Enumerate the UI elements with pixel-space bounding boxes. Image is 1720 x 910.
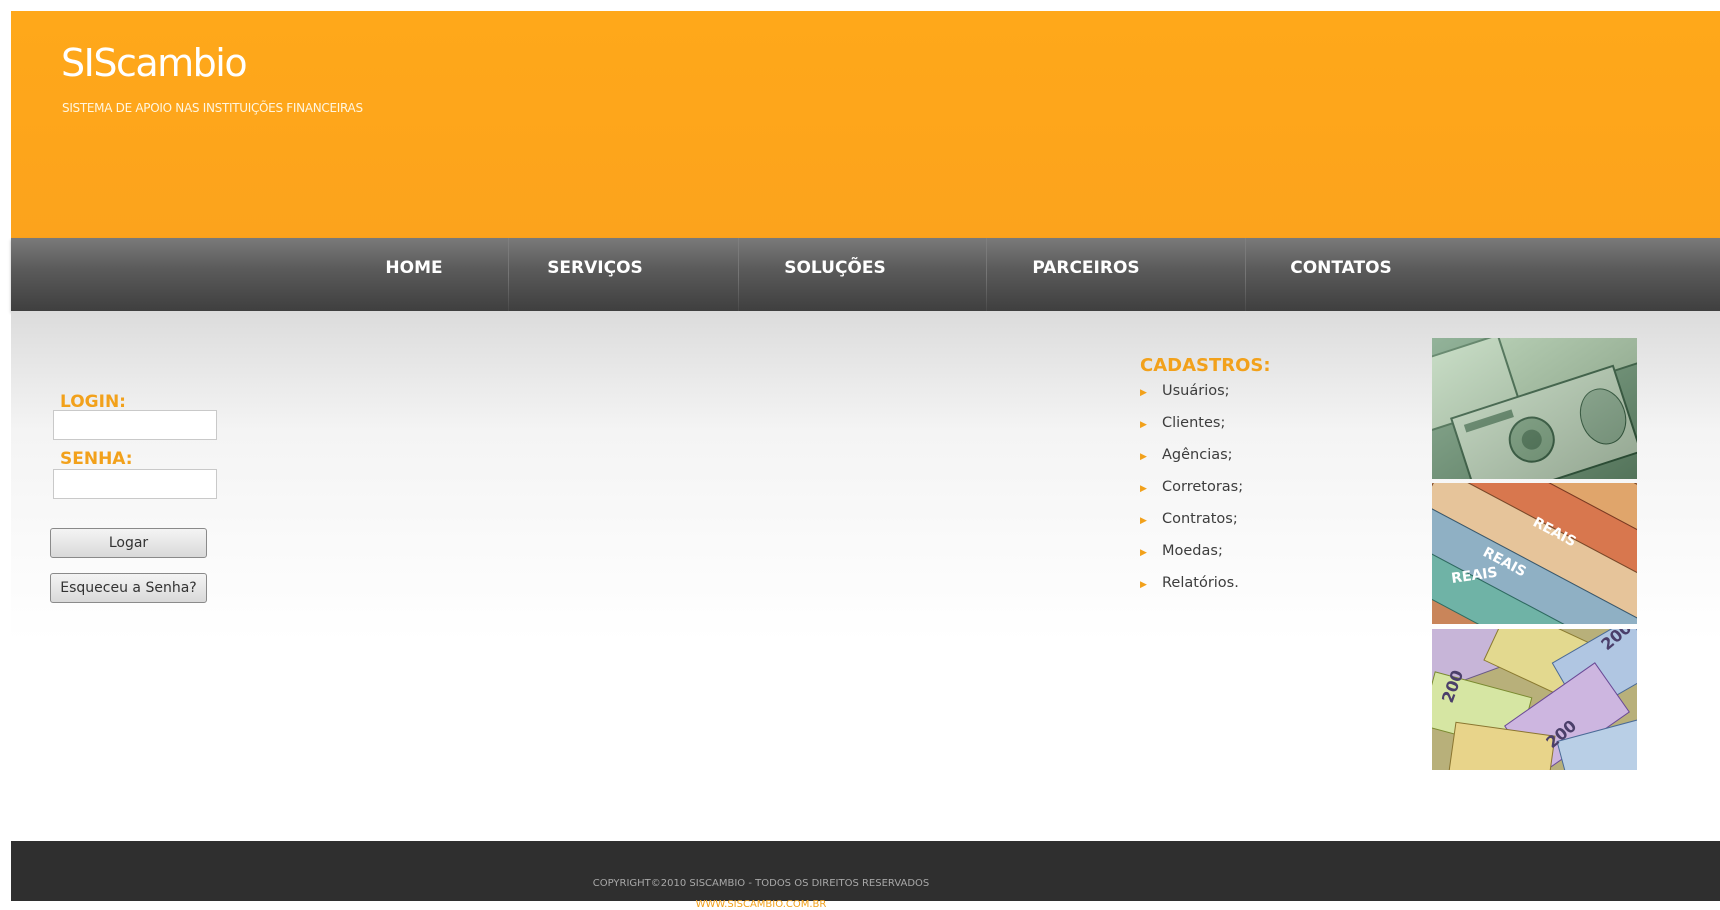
site-header: SIScambio SISTEMA DE APOIO NAS INSTITUIÇ…: [11, 11, 1720, 238]
nav-divider: [508, 238, 509, 311]
triangle-right-icon: ▶: [1140, 516, 1147, 526]
page: SIScambio SISTEMA DE APOIO NAS INSTITUIÇ…: [11, 11, 1720, 910]
cadastros-title: CADASTROS:: [1140, 355, 1271, 376]
triangle-right-icon: ▶: [1140, 484, 1147, 494]
cadastros-list: ▶ Usuários; ▶ Clientes; ▶ Agências; ▶ Corret…: [1140, 381, 1243, 605]
main-content: LOGIN: SENHA: Logar Esqueceu a Senha? CA…: [11, 311, 1720, 841]
cadastros-item-agencias[interactable]: ▶ Agências;: [1140, 445, 1243, 477]
cadastros-item-contratos[interactable]: ▶ Contratos;: [1140, 509, 1243, 541]
reais-banknotes-image: REAIS REAIS REAIS: [1432, 483, 1637, 624]
site-tagline: SISTEMA DE APOIO NAS INSTITUIÇÕES FINANC…: [62, 101, 363, 115]
cadastros-item-corretoras[interactable]: ▶ Corretoras;: [1140, 477, 1243, 509]
cadastros-item-usuarios[interactable]: ▶ Usuários;: [1140, 381, 1243, 413]
cadastros-item-label: Clientes;: [1162, 415, 1226, 431]
triangle-right-icon: ▶: [1140, 388, 1147, 398]
nav-item-home[interactable]: HOME: [358, 238, 470, 311]
cadastros-item-relatorios[interactable]: ▶ Relatórios.: [1140, 573, 1243, 605]
main-nav: HOME SERVIÇOS SOLUÇÕES PARCEIROS CONTATO…: [11, 238, 1720, 311]
login-input[interactable]: [53, 410, 217, 440]
senha-label: SENHA:: [60, 449, 133, 469]
triangle-right-icon: ▶: [1140, 452, 1147, 462]
triangle-right-icon: ▶: [1140, 420, 1147, 430]
cadastros-item-label: Agências;: [1162, 447, 1233, 463]
triangle-right-icon: ▶: [1140, 548, 1147, 558]
logar-button[interactable]: Logar: [50, 528, 207, 558]
nav-divider: [738, 238, 739, 311]
site-footer: COPYRIGHT©2010 SISCAMBIO - TODOS OS DIRE…: [11, 841, 1720, 910]
nav-item-solucoes[interactable]: SOLUÇÕES: [760, 238, 910, 311]
nav-divider: [1245, 238, 1246, 311]
cadastros-item-clientes[interactable]: ▶ Clientes;: [1140, 413, 1243, 445]
nav-item-servicos[interactable]: SERVIÇOS: [520, 238, 670, 311]
triangle-right-icon: ▶: [1140, 580, 1147, 590]
nav-divider: [986, 238, 987, 311]
cadastros-item-label: Usuários;: [1162, 383, 1230, 399]
nav-item-parceiros[interactable]: PARCEIROS: [1011, 238, 1161, 311]
footer-copyright: COPYRIGHT©2010 SISCAMBIO - TODOS OS DIRE…: [592, 878, 930, 889]
cadastros-item-label: Contratos;: [1162, 511, 1238, 527]
site-logo[interactable]: SIScambio: [61, 41, 248, 85]
forgot-password-button[interactable]: Esqueceu a Senha?: [50, 573, 207, 603]
cadastros-item-label: Moedas;: [1162, 543, 1223, 559]
cadastros-item-label: Relatórios.: [1162, 575, 1239, 591]
login-label: LOGIN:: [60, 392, 126, 412]
cadastros-item-moedas[interactable]: ▶ Moedas;: [1140, 541, 1243, 573]
cadastros-item-label: Corretoras;: [1162, 479, 1244, 495]
dollar-banknotes-image: [1432, 338, 1637, 479]
senha-input[interactable]: [53, 469, 217, 499]
euro-banknotes-image: 200 200 200: [1432, 629, 1637, 770]
nav-item-contatos[interactable]: CONTATOS: [1266, 238, 1416, 311]
